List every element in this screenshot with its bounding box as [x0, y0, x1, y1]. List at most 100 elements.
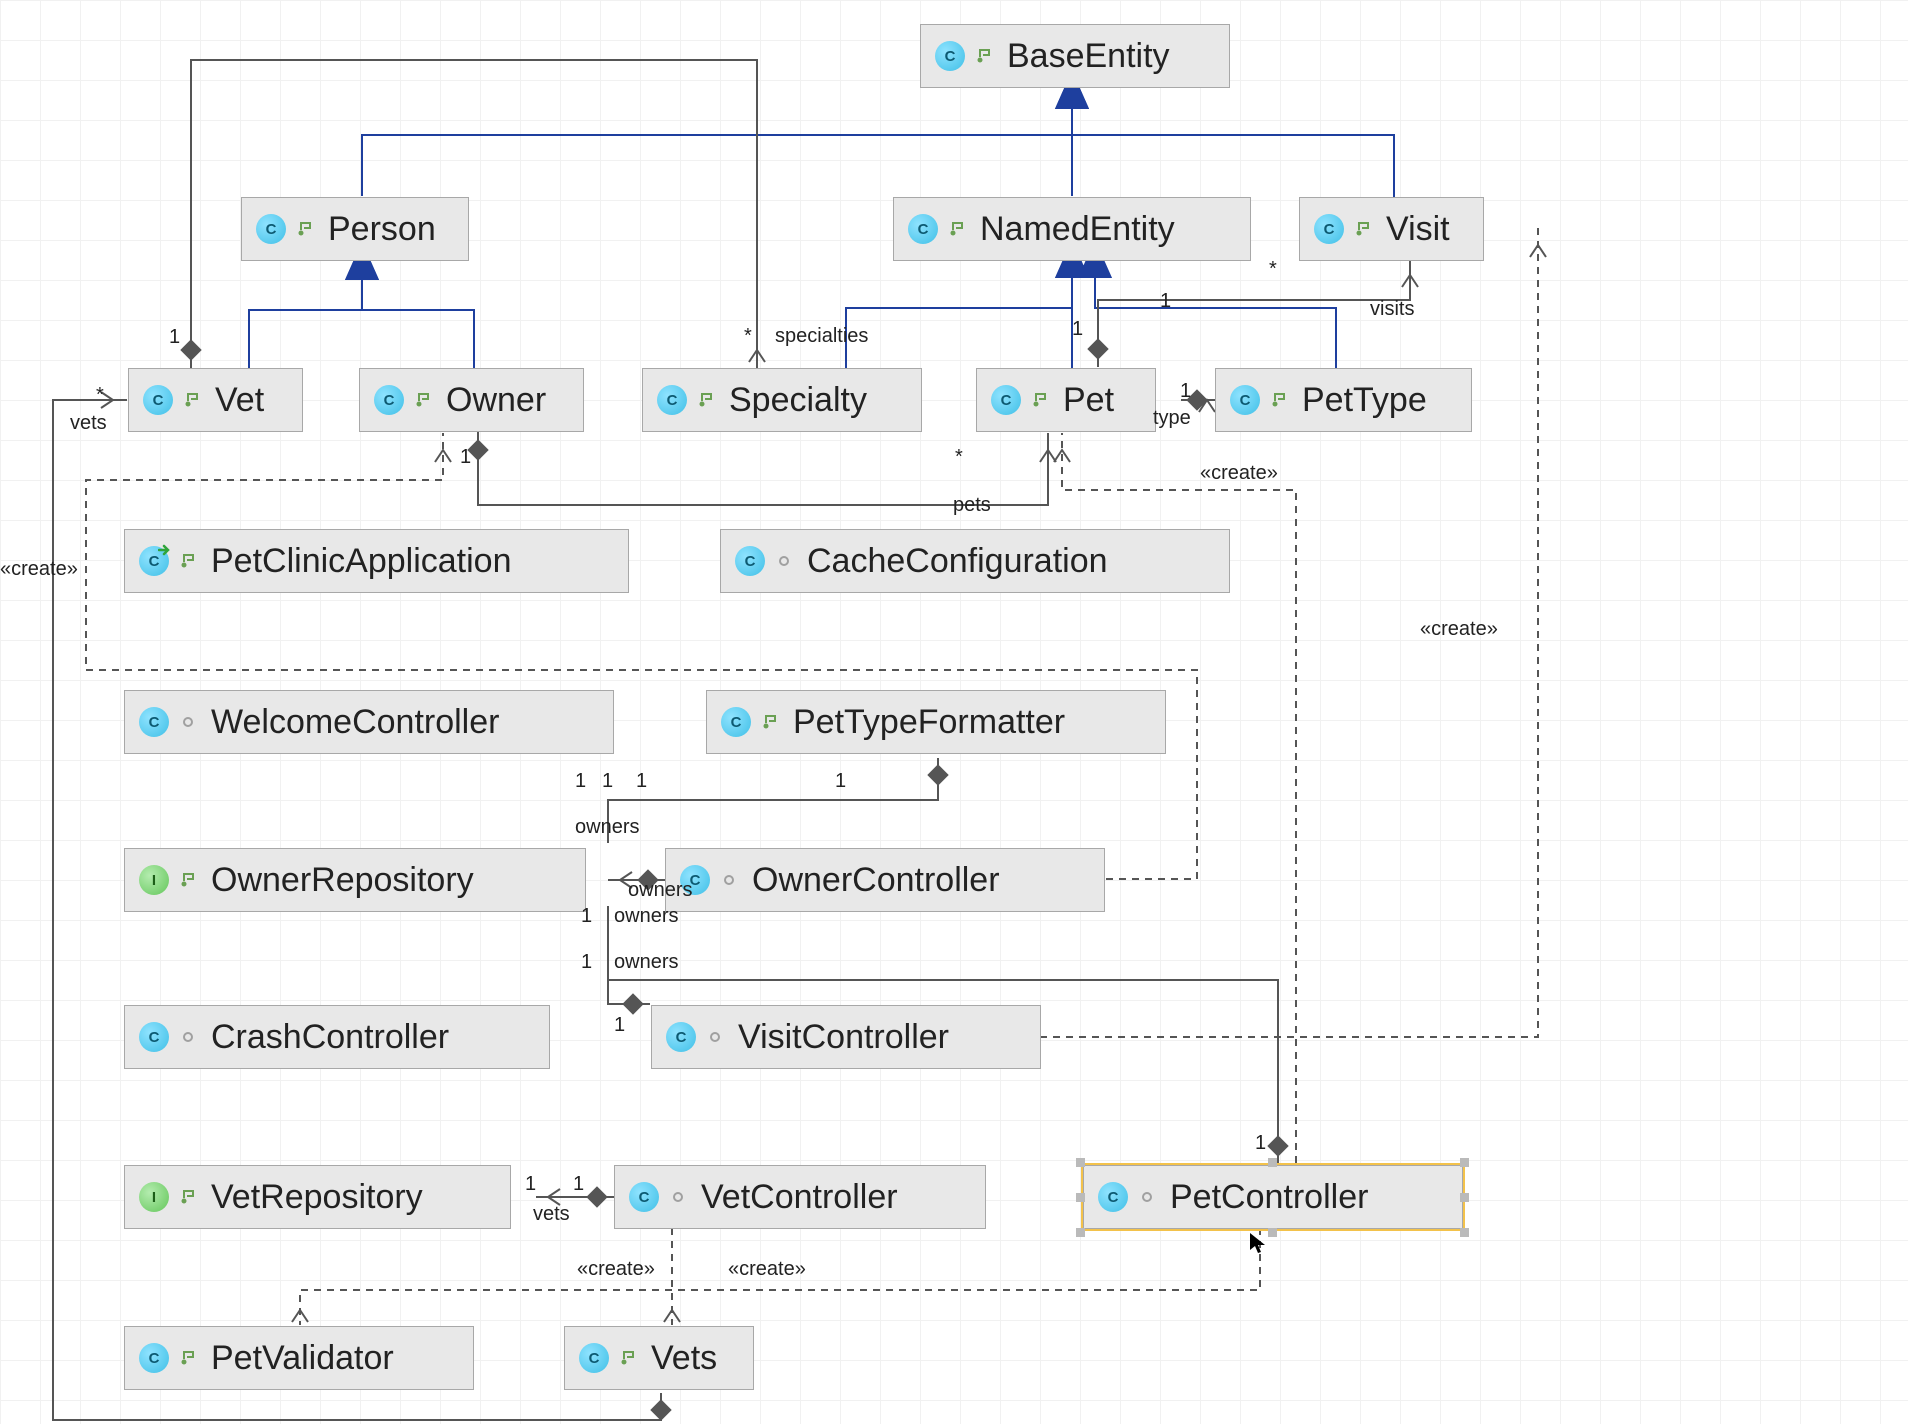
interface-ownerrepository[interactable]: I OwnerRepository	[124, 848, 586, 912]
class-icon: C	[139, 1022, 169, 1052]
class-ownercontroller[interactable]: COwnerController	[665, 848, 1105, 912]
app-icon: C	[139, 546, 169, 576]
multiplicity-label: *	[1269, 258, 1277, 281]
selection-handle[interactable]	[1268, 1228, 1277, 1237]
class-vet[interactable]: CVet	[128, 368, 303, 432]
class-petclinicapplication[interactable]: CPetClinicApplication	[124, 529, 629, 593]
multiplicity-label: 1	[835, 770, 846, 793]
multiplicity-label: 1	[1180, 380, 1191, 403]
class-visit[interactable]: CVisit	[1299, 197, 1484, 261]
role-label: specialties	[775, 325, 868, 348]
class-label: CrashController	[211, 1018, 449, 1057]
class-icon: C	[935, 41, 965, 71]
class-icon: C	[657, 385, 687, 415]
class-petvalidator[interactable]: CPetValidator	[124, 1326, 474, 1390]
class-label: Vets	[651, 1339, 717, 1378]
role-label: owners	[628, 879, 692, 902]
class-owner[interactable]: C Owner	[359, 368, 584, 432]
role-label: type	[1153, 407, 1191, 430]
visibility-package-icon	[179, 1028, 197, 1046]
class-label: WelcomeController	[211, 703, 499, 742]
visibility-package-icon	[669, 1188, 687, 1206]
multiplicity-label: 1	[602, 770, 613, 793]
class-icon: C	[721, 707, 751, 737]
class-label: Pet	[1063, 381, 1114, 420]
role-label: visits	[1370, 298, 1414, 321]
class-label: PetController	[1170, 1178, 1368, 1217]
class-icon: C	[374, 385, 404, 415]
class-vetcontroller[interactable]: CVetController	[614, 1165, 986, 1229]
class-icon: C	[908, 214, 938, 244]
class-pettypeformatter[interactable]: C PetTypeFormatter	[706, 690, 1166, 754]
stereotype-label: «create»	[1420, 618, 1498, 641]
class-specialty[interactable]: C Specialty	[642, 368, 922, 432]
visibility-public-icon	[414, 391, 432, 409]
interface-icon: I	[139, 865, 169, 895]
interface-vetrepository[interactable]: IVetRepository	[124, 1165, 511, 1229]
class-label: BaseEntity	[1007, 37, 1170, 76]
selection-handle[interactable]	[1076, 1158, 1085, 1167]
multiplicity-label: 1	[460, 446, 471, 469]
class-petcontroller[interactable]: C PetController	[1083, 1165, 1463, 1229]
stereotype-label: «create»	[577, 1258, 655, 1281]
visibility-public-icon	[619, 1349, 637, 1367]
visibility-package-icon	[775, 552, 793, 570]
role-label: vets	[70, 412, 107, 435]
selection-handle[interactable]	[1460, 1228, 1469, 1237]
multiplicity-label: 1	[169, 326, 180, 349]
class-cacheconfiguration[interactable]: CCacheConfiguration	[720, 529, 1230, 593]
class-icon: C	[139, 707, 169, 737]
class-label: Vet	[215, 381, 264, 420]
stereotype-label: «create»	[1200, 462, 1278, 485]
class-welcomecontroller[interactable]: C WelcomeController	[124, 690, 614, 754]
visibility-public-icon	[296, 220, 314, 238]
visibility-public-icon	[761, 713, 779, 731]
visibility-public-icon	[697, 391, 715, 409]
visibility-public-icon	[948, 220, 966, 238]
visibility-public-icon	[1031, 391, 1049, 409]
class-icon: C	[579, 1343, 609, 1373]
multiplicity-label: 1	[1072, 318, 1083, 341]
selection-handle[interactable]	[1268, 1158, 1277, 1167]
multiplicity-label: 1	[575, 770, 586, 793]
class-label: PetType	[1302, 381, 1427, 420]
class-namedentity[interactable]: CNamedEntity	[893, 197, 1251, 261]
class-label: OwnerRepository	[211, 861, 474, 900]
class-pet[interactable]: CPet	[976, 368, 1156, 432]
visibility-package-icon	[1138, 1188, 1156, 1206]
class-pettype[interactable]: C PetType	[1215, 368, 1472, 432]
class-vets[interactable]: C Vets	[564, 1326, 754, 1390]
class-visitcontroller[interactable]: CVisitController	[651, 1005, 1041, 1069]
class-person[interactable]: C Person	[241, 197, 469, 261]
class-label: Specialty	[729, 381, 867, 420]
class-baseentity[interactable]: C BaseEntity	[920, 24, 1230, 88]
class-label: PetTypeFormatter	[793, 703, 1065, 742]
multiplicity-label: *	[744, 325, 752, 348]
class-label: Person	[328, 210, 436, 249]
multiplicity-label: 1	[636, 770, 647, 793]
selection-handle[interactable]	[1076, 1193, 1085, 1202]
class-icon: C	[1098, 1182, 1128, 1212]
multiplicity-label: 1	[573, 1173, 584, 1196]
class-icon: C	[139, 1343, 169, 1373]
selection-handle[interactable]	[1460, 1193, 1469, 1202]
role-label: pets	[953, 494, 991, 517]
multiplicity-label: 1	[581, 951, 592, 974]
class-label: CacheConfiguration	[807, 542, 1108, 581]
class-label: Owner	[446, 381, 546, 420]
class-icon: C	[629, 1182, 659, 1212]
visibility-public-icon	[1354, 220, 1372, 238]
class-label: OwnerController	[752, 861, 1000, 900]
selection-handle[interactable]	[1460, 1158, 1469, 1167]
multiplicity-label: 1	[1160, 290, 1171, 313]
selection-handle[interactable]	[1076, 1228, 1085, 1237]
mouse-cursor-icon	[1249, 1232, 1267, 1254]
visibility-public-icon	[975, 47, 993, 65]
multiplicity-label: 1	[581, 905, 592, 928]
visibility-public-icon	[179, 1188, 197, 1206]
visibility-public-icon	[1270, 391, 1288, 409]
class-crashcontroller[interactable]: C CrashController	[124, 1005, 550, 1069]
class-icon: C	[256, 214, 286, 244]
multiplicity-label: 1	[1255, 1132, 1266, 1155]
class-icon: C	[1230, 385, 1260, 415]
